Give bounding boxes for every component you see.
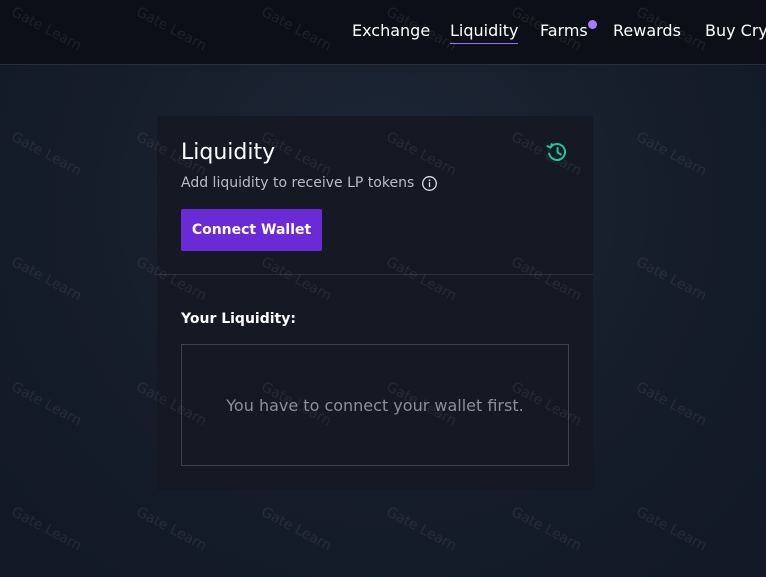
empty-state-message: You have to connect your wallet first. bbox=[226, 395, 524, 415]
nav-exchange[interactable]: Exchange bbox=[352, 20, 430, 42]
watermark: Gate Learn bbox=[633, 254, 710, 305]
your-liquidity-label: Your Liquidity: bbox=[181, 311, 296, 327]
info-icon[interactable] bbox=[421, 175, 438, 192]
watermark: Gate Learn bbox=[8, 254, 85, 305]
watermark: Gate Learn bbox=[383, 504, 460, 555]
page-title: Liquidity bbox=[181, 140, 276, 165]
liquidity-empty-state: You have to connect your wallet first. bbox=[181, 344, 569, 466]
liquidity-subtitle: Add liquidity to receive LP tokens bbox=[181, 175, 415, 191]
connect-wallet-button[interactable]: Connect Wallet bbox=[181, 209, 322, 251]
farms-notification-dot bbox=[588, 20, 597, 29]
watermark: Gate Learn bbox=[8, 379, 85, 430]
nav-farms[interactable]: Farms bbox=[540, 20, 588, 42]
watermark: Gate Learn bbox=[258, 504, 335, 555]
watermark: Gate Learn bbox=[133, 504, 210, 555]
watermark: Gate Learn bbox=[633, 504, 710, 555]
history-icon[interactable] bbox=[545, 140, 569, 164]
nav-liquidity[interactable]: Liquidity bbox=[450, 20, 519, 44]
nav-rewards[interactable]: Rewards bbox=[613, 20, 681, 42]
liquidity-subtitle-row: Add liquidity to receive LP tokens bbox=[181, 173, 438, 193]
watermark: Gate Learn bbox=[8, 129, 85, 180]
nav-buy-crypto[interactable]: Buy Cryp bbox=[705, 20, 766, 42]
watermark: Gate Learn bbox=[633, 379, 710, 430]
top-navigation-bar: Exchange Liquidity Farms Rewards Buy Cry… bbox=[0, 0, 766, 65]
liquidity-card-header: Liquidity Add liquidity to receive LP to… bbox=[157, 116, 593, 275]
watermark: Gate Learn bbox=[8, 504, 85, 555]
main-nav: Exchange Liquidity Farms Rewards Buy Cry… bbox=[0, 0, 766, 64]
liquidity-card: Liquidity Add liquidity to receive LP to… bbox=[157, 116, 593, 490]
watermark: Gate Learn bbox=[633, 129, 710, 180]
watermark: Gate Learn bbox=[508, 504, 585, 555]
